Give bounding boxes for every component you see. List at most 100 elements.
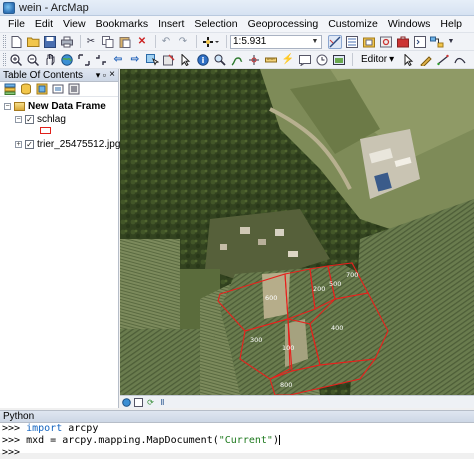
list-by-selection-icon[interactable] (51, 82, 65, 96)
print-icon[interactable] (60, 35, 74, 49)
window-title: wein - ArcMap (19, 1, 89, 14)
menu-view[interactable]: View (59, 18, 90, 30)
find-route-icon[interactable] (230, 53, 244, 67)
parcel-label: 600 (265, 294, 277, 302)
list-by-visibility-icon[interactable] (35, 82, 49, 96)
chevron-down-icon: ▾ (389, 54, 395, 65)
parcel-label: 100 (282, 344, 294, 352)
list-by-drawing-order-icon[interactable] (3, 82, 17, 96)
reshape-feature-icon[interactable] (453, 53, 467, 67)
save-icon[interactable] (43, 35, 57, 49)
clear-selection-icon[interactable] (162, 53, 176, 67)
pan-icon[interactable] (43, 53, 57, 67)
fixed-zoom-out-icon[interactable] (94, 53, 108, 67)
forward-extent-icon[interactable]: ⇨ (128, 53, 142, 67)
catalog-icon[interactable] (362, 35, 376, 49)
menu-selection[interactable]: Selection (190, 18, 241, 30)
menu-customize[interactable]: Customize (324, 18, 382, 30)
menu-insert[interactable]: Insert (154, 18, 188, 30)
viewer-window-icon[interactable] (332, 53, 346, 67)
pin-icon[interactable]: ▾ ▫ (96, 70, 106, 81)
toolbar-grip[interactable] (3, 53, 6, 66)
python-console[interactable]: >>> import arcpy >>> mxd = arcpy.mapping… (0, 423, 474, 458)
open-folder-icon[interactable] (26, 35, 40, 49)
svg-text:i: i (202, 56, 205, 65)
redo-icon[interactable]: ↷ (176, 35, 190, 49)
zoom-out-icon[interactable] (26, 53, 40, 67)
zoom-in-icon[interactable] (9, 53, 23, 67)
full-extent-icon[interactable] (60, 53, 74, 67)
chevron-down-icon[interactable]: ▼ (310, 37, 320, 47)
toolbar-separator (196, 35, 197, 48)
copy-icon[interactable] (101, 35, 115, 49)
edit-annotation-icon[interactable] (419, 53, 433, 67)
toolbar-grip[interactable] (3, 35, 6, 48)
time-slider-icon[interactable] (315, 53, 329, 67)
toc-legend-row[interactable] (40, 127, 51, 134)
select-elements-icon[interactable] (179, 53, 193, 67)
model-builder-icon[interactable] (430, 35, 444, 49)
toc-data-frame-row[interactable]: − New Data Frame (4, 101, 106, 112)
expand-icon[interactable]: + (15, 141, 22, 148)
layer-name: trier_25475512.jpg (37, 139, 121, 150)
cut-icon[interactable]: ✂ (84, 35, 98, 49)
toc-title: Table Of Contents (3, 69, 84, 81)
python-window-icon[interactable] (413, 35, 427, 49)
go-to-xy-icon[interactable] (247, 53, 261, 67)
table-of-contents-icon[interactable] (345, 35, 359, 49)
collapse-icon[interactable]: − (4, 103, 11, 110)
select-features-icon[interactable] (145, 53, 159, 67)
undo-icon[interactable]: ↶ (159, 35, 173, 49)
measure-icon[interactable] (264, 53, 278, 67)
parcel-label: 700 (346, 271, 358, 279)
edit-tool-icon[interactable] (402, 53, 416, 67)
python-line[interactable]: >>> (2, 447, 474, 459)
parcel-label: 500 (329, 280, 341, 288)
polygon-symbol-swatch[interactable] (40, 127, 51, 134)
chevron-down-icon[interactable]: ▼ (447, 35, 455, 49)
menu-windows[interactable]: Windows (384, 18, 435, 30)
refresh-icon[interactable]: ⟳ (146, 398, 155, 407)
editor-toolbar-icon[interactable] (328, 34, 342, 49)
find-icon[interactable] (213, 53, 227, 67)
fixed-zoom-in-icon[interactable] (77, 53, 91, 67)
close-icon[interactable]: × (109, 69, 115, 80)
toc-layer-row[interactable]: + ✓ trier_25475512.jpg (15, 139, 120, 150)
layer-visibility-checkbox[interactable]: ✓ (25, 115, 34, 124)
toc-header: Table Of Contents ▾ ▫ × (0, 69, 118, 82)
map-scale-combo[interactable]: 1:5.931 ▼ (230, 34, 322, 49)
menu-help[interactable]: Help (436, 18, 466, 30)
arctoolbox-icon[interactable] (396, 35, 410, 49)
toc-layer-row[interactable]: − ✓ schlag (15, 114, 66, 125)
html-popup-icon[interactable] (298, 53, 312, 67)
python-prompt: >>> (2, 423, 21, 434)
layout-view-icon[interactable] (134, 397, 143, 407)
menu-geoprocessing[interactable]: Geoprocessing (244, 18, 323, 30)
map-display[interactable]: 700 600 500 200 400 300 100 800 (120, 69, 474, 395)
menu-file[interactable]: File (4, 18, 29, 30)
editor-menu-button[interactable]: Editor ▾ (356, 53, 399, 67)
hyperlink-icon[interactable]: ⚡ (281, 53, 295, 67)
toc-options-icon[interactable] (67, 82, 81, 96)
python-window-title: Python (3, 411, 35, 422)
layer-name: schlag (37, 114, 66, 125)
add-data-icon[interactable] (200, 35, 220, 49)
delete-icon[interactable]: ✕ (135, 35, 149, 49)
pause-drawing-icon[interactable]: Ⅱ (158, 398, 167, 407)
paste-icon[interactable] (118, 35, 132, 49)
layer-visibility-checkbox[interactable]: ✓ (25, 140, 34, 149)
search-window-icon[interactable] (379, 35, 393, 49)
python-keyword: import (26, 423, 63, 434)
toolbar-separator (155, 35, 156, 48)
menu-edit[interactable]: Edit (31, 18, 57, 30)
menu-bookmarks[interactable]: Bookmarks (92, 18, 153, 30)
data-view-icon[interactable] (122, 397, 131, 407)
map-view-statusbar: ⟳ Ⅱ (120, 395, 474, 408)
straight-segment-icon[interactable] (436, 53, 450, 67)
list-by-source-icon[interactable] (19, 82, 33, 96)
identify-icon[interactable]: i (196, 53, 210, 67)
collapse-icon[interactable]: − (15, 116, 22, 123)
back-extent-icon[interactable]: ⇦ (111, 53, 125, 67)
python-line: >>> import arcpy (2, 423, 474, 435)
new-document-icon[interactable] (9, 35, 23, 49)
